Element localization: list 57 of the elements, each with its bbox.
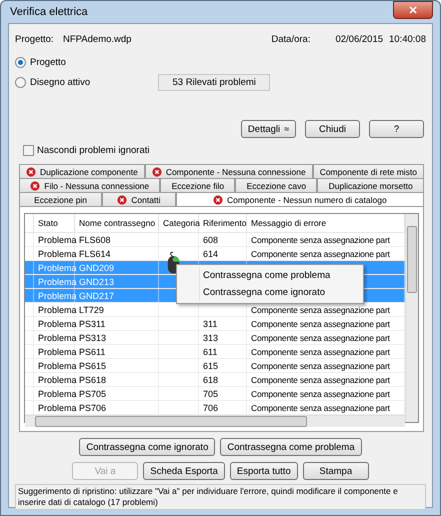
table-cell: Componente senza assegnazione part xyxy=(251,304,390,314)
table-cell: FLS614 xyxy=(79,248,111,258)
table-cell: 618 xyxy=(203,374,218,384)
table-cell: 313 xyxy=(203,332,218,342)
table-cell: PS615 xyxy=(79,360,106,370)
table-cell: 611 xyxy=(203,346,218,356)
table-cell: 705 xyxy=(203,388,218,398)
table-cell: Problema xyxy=(38,332,77,342)
table-cell: FLS608 xyxy=(79,234,111,244)
hint-text: Suggerimento di ripristino: utilizzare "Vai a" per individuare l'errore, quindi modificare il componente e inserire dati di catalogo (17 problemi) xyxy=(15,484,426,510)
table-cell: Problema xyxy=(38,346,77,356)
date-value: 02/06/2015 xyxy=(335,34,384,45)
table-cell: PS618 xyxy=(79,374,106,384)
table-cell: Problema xyxy=(38,262,77,272)
table-cell: Componente senza assegnazione part xyxy=(251,388,390,398)
radio-label: Progetto xyxy=(30,57,66,68)
table-cell: PS705 xyxy=(79,388,106,398)
table-cell: GND213 xyxy=(79,276,114,286)
table-cell: Componente senza assegnazione part xyxy=(251,318,390,328)
table-cell: PS313 xyxy=(79,332,106,342)
table-cell: Componente senza assegnazione part xyxy=(251,346,390,356)
table-cell: Problema xyxy=(38,304,77,314)
table-cell: Componente senza assegnazione part xyxy=(251,402,390,412)
table-cell: 614 xyxy=(203,248,218,258)
table-cell: 615 xyxy=(203,360,218,370)
table-cell: Componente senza assegnazione part xyxy=(251,332,390,342)
table-cell: Problema xyxy=(38,388,77,398)
table-cell: Problema xyxy=(38,360,77,370)
table-cell: PS706 xyxy=(79,402,106,412)
table-cell: PS611 xyxy=(79,346,106,356)
table-cell: Componente senza assegnazione part xyxy=(251,360,390,370)
table-cell: LT729 xyxy=(79,304,104,314)
summary-field: 53 Rilevati problemi xyxy=(158,74,270,91)
table-cell: Problema xyxy=(38,234,77,244)
collapse-icon: ≈ xyxy=(284,124,290,134)
radio-label: Disegno attivo xyxy=(30,77,90,88)
table-cell: Problema xyxy=(38,276,77,286)
table-cell: GND209 xyxy=(79,262,114,272)
date-label: Data/ora: xyxy=(271,34,310,45)
table-cell: 311 xyxy=(203,318,218,328)
table-cell: GND217 xyxy=(79,290,114,300)
project-name: NFPAdemo.wdp xyxy=(63,34,132,45)
table-cell: Problema xyxy=(38,248,77,258)
table-cell: Componente senza assegnazione part xyxy=(251,374,390,384)
table-cell: 706 xyxy=(203,402,218,412)
table-cell: Problema xyxy=(38,374,77,384)
table-cell: Problema xyxy=(38,290,77,300)
table-cell: Problema xyxy=(38,318,77,328)
table-cell: Componente senza assegnazione part xyxy=(251,234,390,244)
time-value: 10:40:08 xyxy=(389,34,426,45)
table-cell: PS311 xyxy=(79,318,106,328)
table-cell: Problema xyxy=(38,402,77,412)
project-label: Progetto: xyxy=(15,34,55,45)
window-title: Verifica elettrica xyxy=(9,6,88,18)
table-cell: Componente senza assegnazione part xyxy=(251,248,390,258)
checkbox-label: Nascondi problemi ignorati xyxy=(37,145,150,156)
table-cell: 608 xyxy=(203,234,218,244)
